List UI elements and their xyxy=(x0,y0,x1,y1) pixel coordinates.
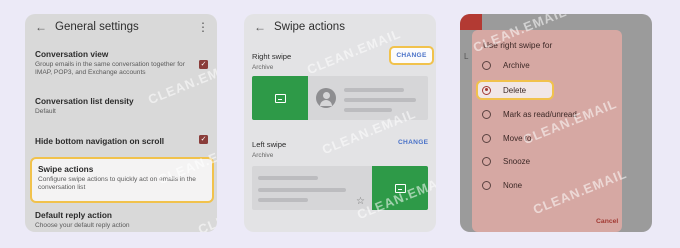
option-snooze[interactable]: Snooze xyxy=(482,153,530,169)
setting-title: Hide bottom navigation on scroll xyxy=(35,136,165,146)
setting-hide-bottom-nav[interactable]: Hide bottom navigation on scroll xyxy=(35,136,209,146)
background-text: L xyxy=(464,52,469,61)
radio-button-selected[interactable] xyxy=(482,85,491,95)
archive-icon xyxy=(274,93,286,103)
more-vert-icon[interactable]: ⋮ xyxy=(197,20,209,34)
radio-button[interactable] xyxy=(482,109,491,119)
setting-title: Default reply action xyxy=(35,210,112,220)
general-settings-panel: ← General settings ⋮ Conversation view G… xyxy=(25,14,217,232)
setting-default-reply-action[interactable]: Default reply action Choose your default… xyxy=(35,210,209,230)
page-title: Swipe actions xyxy=(274,21,345,33)
setting-subtitle: Group emails in the same conversation to… xyxy=(35,61,185,76)
option-label: Archive xyxy=(503,60,530,70)
back-arrow-icon[interactable]: ← xyxy=(254,20,274,34)
setting-title: Conversation view xyxy=(35,49,109,59)
placeholder-line xyxy=(258,198,308,202)
left-swipe-value: Archive xyxy=(252,152,274,159)
radio-button[interactable] xyxy=(482,133,491,143)
option-label: Snooze xyxy=(503,156,531,166)
change-right-swipe-button[interactable]: CHANGE xyxy=(389,46,434,65)
setting-conversation-view[interactable]: Conversation view Group emails in the sa… xyxy=(35,49,209,77)
right-swipe-value: Archive xyxy=(252,64,274,71)
background-red-swipe xyxy=(460,14,482,30)
swipe-actions-panel: ← Swipe actions Right swipe Archive CHAN… xyxy=(244,14,436,232)
cancel-button[interactable]: Cancel xyxy=(596,218,618,225)
radio-button[interactable] xyxy=(482,60,491,70)
app-bar: ← General settings ⋮ xyxy=(25,14,217,40)
back-arrow-icon[interactable]: ← xyxy=(35,20,55,34)
placeholder-line xyxy=(344,98,416,102)
option-archive[interactable]: Archive xyxy=(482,57,530,73)
option-delete[interactable]: Delete xyxy=(482,82,526,98)
page-title: General settings xyxy=(55,21,139,33)
placeholder-line xyxy=(344,108,392,112)
right-swipe-label: Right swipe xyxy=(252,52,292,61)
check-icon: ✓ xyxy=(200,61,207,68)
check-icon: ✓ xyxy=(200,136,207,143)
setting-conversation-list-density[interactable]: Conversation list density Default xyxy=(35,96,209,116)
right-swipe-dialog-panel: L Use right swipe for Archive Delete Mar… xyxy=(460,14,652,232)
placeholder-line xyxy=(344,88,404,92)
option-label: None xyxy=(503,180,523,190)
placeholder-line xyxy=(258,176,318,180)
radio-button[interactable] xyxy=(482,180,491,190)
radio-button[interactable] xyxy=(482,156,491,166)
hide-bottom-nav-checkbox[interactable]: ✓ xyxy=(199,135,208,144)
avatar-icon xyxy=(316,88,336,108)
option-label: Delete xyxy=(503,85,527,95)
app-bar: ← Swipe actions xyxy=(244,14,436,40)
setting-subtitle: Default xyxy=(35,108,56,115)
change-left-swipe-button[interactable]: CHANGE xyxy=(398,139,428,146)
setting-subtitle: Choose your default reply action xyxy=(35,222,130,229)
option-none[interactable]: None xyxy=(482,177,522,193)
setting-title: Conversation list density xyxy=(35,96,134,106)
swipe-archive-action xyxy=(252,76,308,120)
placeholder-line xyxy=(258,188,346,192)
left-swipe-label: Left swipe xyxy=(252,140,287,149)
